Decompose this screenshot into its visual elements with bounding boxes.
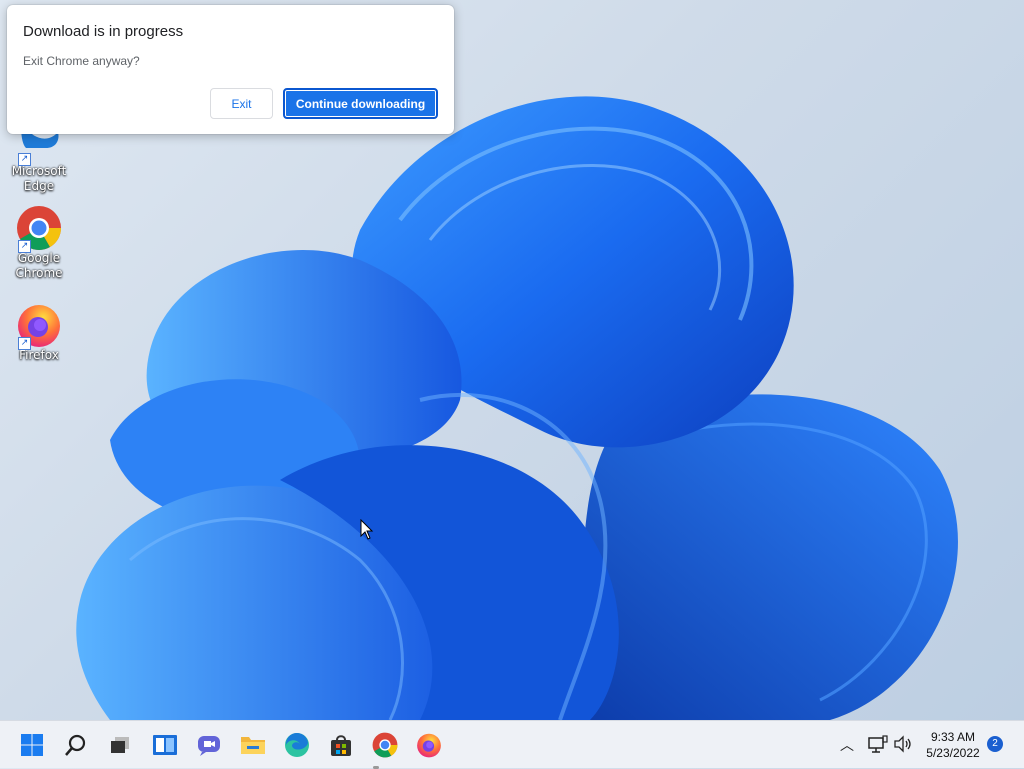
search-icon xyxy=(65,734,86,756)
start-button[interactable] xyxy=(16,729,48,761)
desktop-icon-chrome[interactable]: ↗ Google Chrome xyxy=(6,205,72,281)
store-button[interactable] xyxy=(325,729,357,761)
network-icon[interactable] xyxy=(868,735,888,753)
task-view-icon xyxy=(111,737,129,753)
task-view-button[interactable] xyxy=(104,729,136,761)
edge-taskbar-button[interactable] xyxy=(281,729,313,761)
firefox-icon xyxy=(417,733,441,758)
desktop-icon-firefox[interactable]: ↗ Firefox xyxy=(6,302,72,363)
shortcut-arrow-icon: ↗ xyxy=(18,240,31,253)
dialog-message: Exit Chrome anyway? xyxy=(23,54,140,68)
continue-downloading-button[interactable]: Continue downloading xyxy=(283,88,438,119)
taskbar: ︿ 9:33 AM 5/23/2022 xyxy=(0,720,1024,769)
shortcut-arrow-icon: ↗ xyxy=(18,153,31,166)
shortcut-arrow-icon: ↗ xyxy=(18,337,31,350)
widgets-button[interactable] xyxy=(149,729,181,761)
chrome-icon: ↗ xyxy=(16,205,62,253)
dialog-title: Download is in progress xyxy=(23,23,184,40)
exit-button[interactable]: Exit xyxy=(210,88,273,119)
file-explorer-icon xyxy=(241,737,265,754)
chat-icon xyxy=(198,736,220,756)
clock-time: 9:33 AM xyxy=(930,730,976,744)
download-in-progress-dialog: Download is in progress Exit Chrome anyw… xyxy=(7,5,454,134)
start-icon xyxy=(21,734,43,756)
chrome-icon xyxy=(372,732,398,758)
search-button[interactable] xyxy=(60,729,92,761)
show-hidden-icons-chevron-icon[interactable]: ︿ xyxy=(840,735,854,755)
chrome-taskbar-button[interactable] xyxy=(369,729,401,761)
store-icon xyxy=(331,735,351,756)
desktop-icon-label: Firefox xyxy=(19,348,59,362)
mouse-cursor-icon xyxy=(360,519,374,540)
edge-icon xyxy=(285,732,309,757)
firefox-taskbar-button[interactable] xyxy=(413,729,445,761)
file-explorer-button[interactable] xyxy=(237,729,269,761)
firefox-icon: ↗ xyxy=(16,302,62,350)
clock-date: 5/23/2022 xyxy=(926,746,980,760)
desktop-icon-label: Microsoft xyxy=(11,164,67,178)
widgets-icon xyxy=(153,735,177,755)
notification-badge[interactable]: 2 xyxy=(987,736,1003,752)
clock[interactable]: 9:33 AM 5/23/2022 xyxy=(918,729,988,761)
desktop-icon-label: Chrome xyxy=(15,266,63,280)
desktop-icon-label: Edge xyxy=(23,179,55,193)
chat-button[interactable] xyxy=(193,729,225,761)
desktop-icon-label: Google xyxy=(17,251,61,265)
volume-icon[interactable] xyxy=(893,735,913,753)
